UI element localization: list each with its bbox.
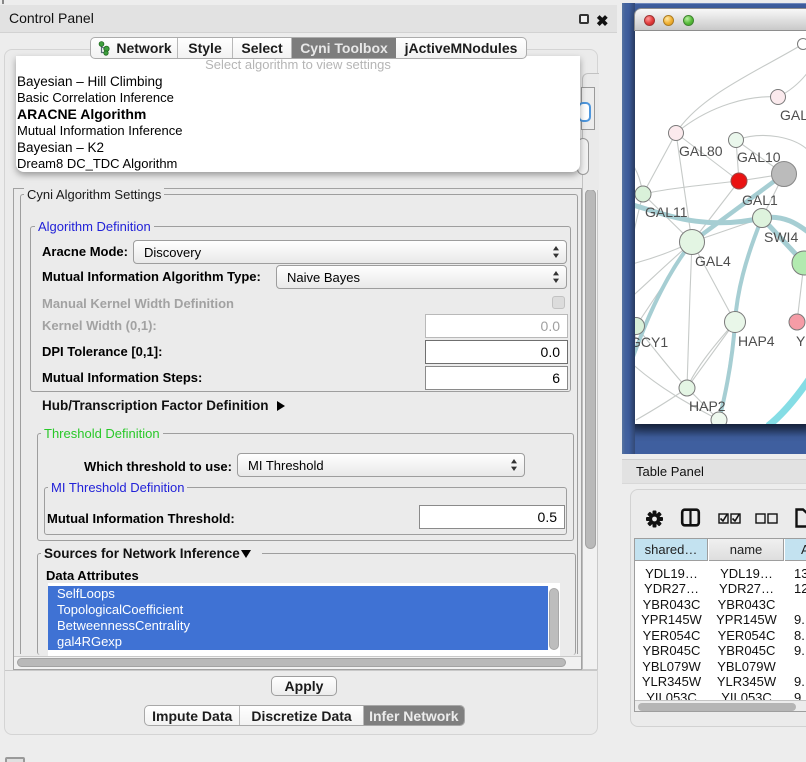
svg-text:Y: Y [796,333,806,349]
svg-text:GAL11: GAL11 [645,204,688,220]
svg-text:GAL1: GAL1 [742,192,778,208]
svg-text:HAP4: HAP4 [738,333,775,349]
svg-text:SWI4: SWI4 [764,229,798,245]
svg-text:HAP2: HAP2 [689,398,726,414]
svg-text:GCY1: GCY1 [635,334,668,350]
svg-text:GAL: GAL [780,107,806,123]
svg-text:GAL80: GAL80 [679,143,723,159]
svg-text:GAL10: GAL10 [737,149,781,165]
svg-text:GAL4: GAL4 [695,253,731,269]
